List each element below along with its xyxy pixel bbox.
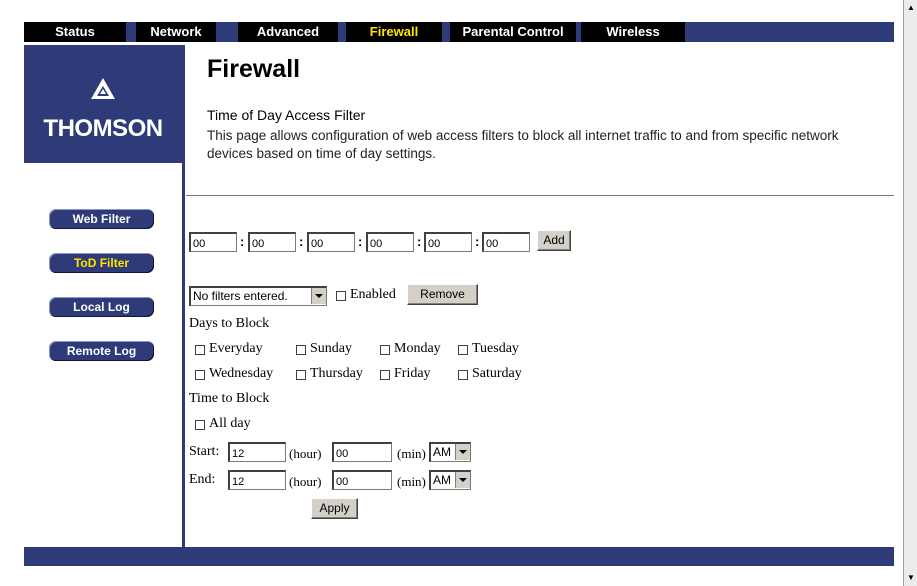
tab-network[interactable]: Network (136, 22, 216, 42)
start-hour-input[interactable] (228, 442, 286, 462)
mac-field-4[interactable] (366, 232, 414, 252)
time-to-block-heading: Time to Block (189, 391, 270, 406)
enabled-label: Enabled (350, 287, 396, 302)
all-day-label: All day (209, 416, 251, 431)
divider (186, 195, 894, 196)
mac-field-2[interactable] (248, 232, 296, 252)
add-button[interactable]: Add (537, 230, 571, 251)
tab-firewall[interactable]: Firewall (346, 22, 442, 42)
all-day-checkbox[interactable] (195, 420, 205, 430)
logo-text: THOMSON (43, 115, 163, 142)
sunday-label: Sunday (310, 341, 352, 356)
chevron-down-icon (311, 288, 326, 304)
tab-advanced[interactable]: Advanced (238, 22, 338, 42)
top-nav-bar: Status Network Advanced Firewall Parenta… (24, 22, 894, 42)
start-label: Start: (189, 444, 220, 459)
start-ampm-select[interactable]: AM (429, 442, 471, 462)
mac-separator: : (358, 234, 363, 249)
monday-checkbox[interactable] (380, 345, 390, 355)
sidebar-divider (182, 45, 185, 547)
friday-checkbox[interactable] (380, 370, 390, 380)
page-subtitle: Time of Day Access Filter (207, 107, 366, 123)
mac-field-1[interactable] (189, 232, 237, 252)
start-hour-unit: (hour) (289, 446, 322, 461)
mac-field-6[interactable] (482, 232, 530, 252)
scroll-up-icon[interactable]: ▲ (905, 2, 917, 14)
tab-parental-control[interactable]: Parental Control (450, 22, 576, 42)
start-min-unit: (min) (397, 446, 426, 461)
sidebar-item-tod-filter[interactable]: ToD Filter (49, 253, 154, 273)
end-ampm-select[interactable]: AM (429, 470, 471, 490)
sunday-checkbox[interactable] (296, 345, 306, 355)
thursday-label: Thursday (310, 366, 363, 381)
remove-button[interactable]: Remove (407, 284, 478, 305)
footer-bar (24, 547, 894, 566)
vertical-scrollbar[interactable]: ▲ ▼ (903, 0, 917, 586)
page-title: Firewall (207, 55, 301, 83)
end-min-input[interactable] (332, 470, 392, 490)
saturday-checkbox[interactable] (458, 370, 468, 380)
end-hour-input[interactable] (228, 470, 286, 490)
monday-label: Monday (394, 341, 441, 356)
thomson-logo-icon (91, 78, 115, 99)
sidebar-item-local-log[interactable]: Local Log (49, 297, 154, 317)
page-description: This page allows configuration of web ac… (207, 128, 839, 161)
wednesday-label: Wednesday (209, 366, 274, 381)
mac-separator: : (240, 234, 245, 249)
mac-separator: : (417, 234, 422, 249)
filter-select-value: No filters entered. (193, 289, 288, 303)
scroll-down-icon[interactable]: ▼ (905, 572, 917, 584)
tab-status[interactable]: Status (24, 22, 126, 42)
everyday-label: Everyday (209, 341, 263, 356)
friday-label: Friday (394, 366, 431, 381)
chevron-down-icon (455, 444, 470, 460)
end-hour-unit: (hour) (289, 474, 322, 489)
filter-select[interactable]: No filters entered. (189, 286, 327, 306)
mac-field-3[interactable] (307, 232, 355, 252)
apply-button[interactable]: Apply (311, 498, 358, 519)
start-min-input[interactable] (332, 442, 392, 462)
chevron-down-icon (455, 472, 470, 488)
end-min-unit: (min) (397, 474, 426, 489)
wednesday-checkbox[interactable] (195, 370, 205, 380)
tuesday-label: Tuesday (472, 341, 519, 356)
tab-wireless[interactable]: Wireless (581, 22, 685, 42)
enabled-checkbox[interactable] (336, 291, 346, 301)
start-ampm-value: AM (433, 445, 451, 459)
end-label: End: (189, 472, 216, 487)
mac-separator: : (299, 234, 304, 249)
mac-field-5[interactable] (424, 232, 472, 252)
sidebar-item-web-filter[interactable]: Web Filter (49, 209, 154, 229)
saturday-label: Saturday (472, 366, 522, 381)
browser-content-frame: Status Network Advanced Firewall Parenta… (0, 0, 904, 586)
mac-separator: : (475, 234, 480, 249)
end-ampm-value: AM (433, 473, 451, 487)
thursday-checkbox[interactable] (296, 370, 306, 380)
days-to-block-heading: Days to Block (189, 316, 270, 331)
thomson-logo: THOMSON (24, 45, 182, 163)
tuesday-checkbox[interactable] (458, 345, 468, 355)
everyday-checkbox[interactable] (195, 345, 205, 355)
sidebar-item-remote-log[interactable]: Remote Log (49, 341, 154, 361)
